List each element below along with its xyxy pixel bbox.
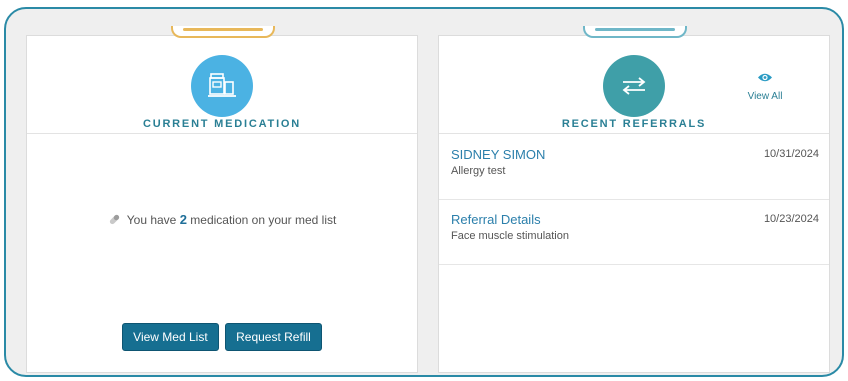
dashboard-frame: CURRENT MEDICATION You have 2 medication…: [4, 7, 844, 377]
medication-message: You have 2 medication on your med list: [27, 212, 417, 229]
transfer-arrows-icon: [603, 55, 665, 117]
current-medication-card: CURRENT MEDICATION You have 2 medication…: [26, 26, 418, 373]
referral-description: Allergy test: [451, 165, 506, 177]
referral-row: Referral Details Face muscle stimulation…: [439, 200, 829, 265]
card-title: RECENT REFERRALS: [561, 118, 707, 130]
pharmacy-icon: [191, 55, 253, 117]
medication-count: 2: [179, 212, 187, 227]
request-refill-button[interactable]: Request Refill: [225, 323, 322, 351]
view-all-link[interactable]: View All: [745, 70, 785, 102]
referral-name-link[interactable]: Referral Details: [451, 212, 541, 227]
referral-description: Face muscle stimulation: [451, 230, 569, 242]
referral-name-link[interactable]: SIDNEY SIMON: [451, 147, 545, 162]
view-med-list-button[interactable]: View Med List: [122, 323, 219, 351]
eye-icon: [757, 70, 773, 87]
card-header: View All RECENT REFERRALS: [439, 36, 829, 134]
recent-referrals-card: View All RECENT REFERRALS SIDNEY SIMON A…: [438, 26, 830, 373]
referral-date: 10/31/2024: [763, 148, 819, 160]
medication-actions: View Med List Request Refill: [27, 323, 417, 351]
view-all-label: View All: [747, 91, 783, 102]
referral-date: 10/23/2024: [763, 213, 819, 225]
message-prefix: You have: [126, 213, 177, 227]
card-header: CURRENT MEDICATION: [27, 36, 417, 134]
message-suffix: medication on your med list: [190, 213, 337, 227]
card-title: CURRENT MEDICATION: [142, 118, 302, 130]
referral-row: SIDNEY SIMON Allergy test 10/31/2024: [439, 135, 829, 200]
pill-icon: [108, 213, 121, 229]
